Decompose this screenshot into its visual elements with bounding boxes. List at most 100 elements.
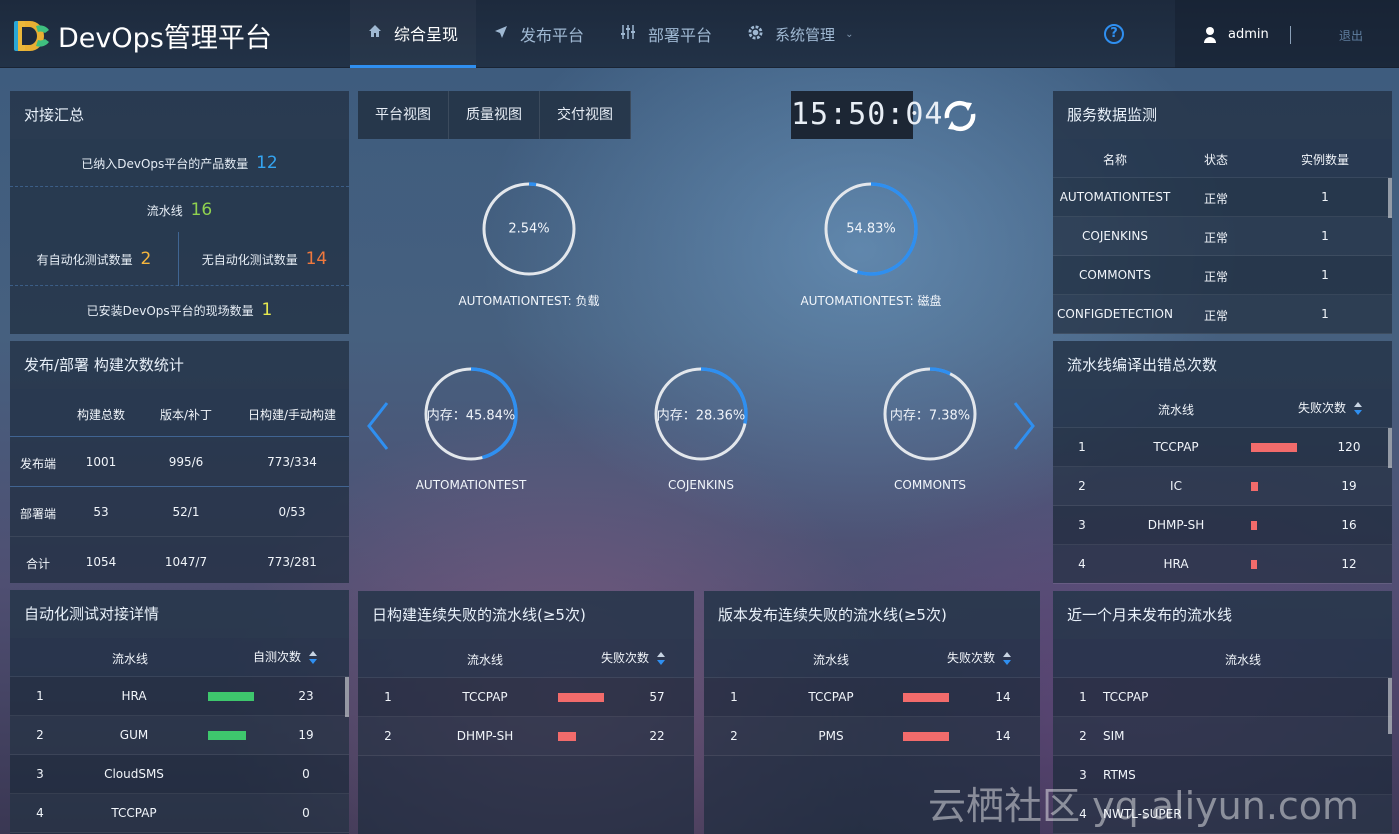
- prev-arrow-icon[interactable]: [365, 400, 391, 452]
- daily-manual: 773/334: [267, 455, 317, 469]
- tab-quality-view[interactable]: 质量视图: [449, 91, 540, 139]
- view-tabs: 平台视图 质量视图 交付视图: [358, 91, 631, 139]
- username[interactable]: admin: [1228, 27, 1269, 42]
- table-body: 1 HRA 23 2 GUM 19 3 CloudSMS 0 4 TCCPAP 0: [10, 677, 349, 834]
- count-value: 0: [302, 766, 310, 781]
- user-box: admin 退出: [1175, 0, 1399, 68]
- nav-item-release[interactable]: 发布平台: [476, 0, 602, 68]
- sort-icon[interactable]: [1354, 401, 1362, 416]
- gauge-value: 2.54%: [508, 221, 550, 237]
- instance-count: 1: [1321, 268, 1329, 282]
- table-header: 流水线 失败次数: [358, 639, 694, 678]
- col-header-pipeline: 流水线: [812, 653, 849, 667]
- pipeline-count-row: 流水线 16: [10, 188, 349, 232]
- help-icon[interactable]: ?: [1104, 24, 1124, 44]
- brand[interactable]: DevOps管理平台: [14, 16, 272, 55]
- scrollbar[interactable]: [345, 677, 349, 717]
- nav-item-system[interactable]: 系统管理 ⌄: [730, 0, 871, 68]
- table-row: 发布端 1001 995/6 773/334: [10, 437, 349, 487]
- autotest-panel: 自动化测试对接详情 流水线 自测次数 1 HRA 23 2 GUM 19 3 CloudSMS…: [10, 590, 349, 834]
- product-count-row: 已纳入DevOps平台的产品数量 12: [10, 139, 349, 187]
- instance-count: 1: [1321, 229, 1329, 243]
- sort-icon[interactable]: [309, 650, 317, 665]
- table-row[interactable]: COJENKINS 正常 1: [1053, 217, 1392, 256]
- tab-delivery-view[interactable]: 交付视图: [540, 91, 631, 139]
- pipeline-name: GUM: [119, 727, 149, 742]
- sliders-icon: [620, 24, 636, 44]
- clock-display: 15:50:04: [791, 91, 943, 139]
- table-row[interactable]: 1 TCCPAP: [1053, 678, 1392, 717]
- scrollbar[interactable]: [1388, 678, 1392, 734]
- table-row[interactable]: 2 GUM 19: [10, 716, 349, 755]
- gauge-value: 内存：28.36%: [656, 408, 746, 424]
- table-row[interactable]: 4 TCCPAP 0: [10, 794, 349, 833]
- row-index: 1: [730, 689, 738, 704]
- col-header-count[interactable]: 失败次数: [924, 649, 1034, 666]
- col-header-pipeline: 流水线: [111, 652, 148, 666]
- table-row[interactable]: 1 TCCPAP 57: [358, 678, 694, 717]
- table-row[interactable]: 1 TCCPAP 120: [1053, 428, 1392, 467]
- count-value: 120: [1337, 439, 1361, 454]
- gauge-label: COJENKINS: [668, 478, 734, 492]
- col-header-status: 状态: [1203, 153, 1228, 167]
- sort-icon[interactable]: [657, 651, 665, 666]
- pipeline-name: DHMP-SH: [1147, 517, 1205, 532]
- instance-count: 1: [1321, 307, 1329, 321]
- tab-platform-view[interactable]: 平台视图: [358, 91, 449, 139]
- table-row: 部署端 53 52/1 0/53: [10, 487, 349, 537]
- total-builds: 1054: [85, 555, 117, 569]
- row-index: 1: [1079, 690, 1087, 704]
- table-row[interactable]: 3 DHMP-SH 16: [1053, 506, 1392, 545]
- scrollbar[interactable]: [1388, 178, 1392, 218]
- count-value: 12: [1341, 556, 1357, 571]
- col-header-count[interactable]: 自测次数: [230, 648, 340, 665]
- table-header: 名称 状态 实例数量: [1053, 139, 1392, 178]
- table-row[interactable]: AUTOMATIONTEST 正常 1: [1053, 178, 1392, 217]
- col-header-pipeline: 流水线: [466, 653, 503, 667]
- table-row[interactable]: 2 IC 19: [1053, 467, 1392, 506]
- table-row[interactable]: 1 HRA 23: [10, 677, 349, 716]
- count-value: 14: [995, 689, 1011, 704]
- count-value: 23: [298, 688, 314, 703]
- pipeline-name: PMS: [818, 728, 844, 743]
- chevron-down-icon: ⌄: [845, 28, 854, 40]
- table-row[interactable]: 1 TCCPAP 14: [704, 678, 1040, 717]
- col-header-count-label: 自测次数: [252, 650, 301, 664]
- compile-errors-panel: 流水线编译出错总次数 流水线 失败次数 1 TCCPAP 120 2 IC 19 3 DHMP…: [1053, 341, 1392, 584]
- table-row[interactable]: 2 PMS 14: [704, 717, 1040, 756]
- count-bar: [1251, 520, 1257, 530]
- nav-label: 发布平台: [520, 26, 585, 45]
- count-bar: [903, 731, 949, 741]
- gauge-label: AUTOMATIONTEST: [415, 478, 527, 492]
- table-row[interactable]: 2 DHMP-SH 22: [358, 717, 694, 756]
- table-row[interactable]: 3 CloudSMS 0: [10, 755, 349, 794]
- next-arrow-icon[interactable]: [1011, 400, 1037, 452]
- table-row[interactable]: 4 HRA 12: [1053, 545, 1392, 584]
- site-count-label: 已安装DevOps平台的现场数量: [86, 304, 254, 318]
- nav-item-deploy[interactable]: 部署平台: [602, 0, 730, 68]
- col-header: 构建总数: [76, 408, 125, 422]
- service-name: AUTOMATIONTEST: [1059, 190, 1171, 204]
- panel-title: 近一个月未发布的流水线: [1053, 591, 1392, 639]
- table-row[interactable]: CONFIGDETECTION 正常 1: [1053, 295, 1392, 334]
- col-header-count[interactable]: 失败次数: [1275, 399, 1385, 416]
- table-row[interactable]: 2 SIM: [1053, 717, 1392, 756]
- daily-manual: 0/53: [278, 505, 306, 519]
- count-bar: [208, 730, 246, 740]
- sort-icon[interactable]: [1003, 651, 1011, 666]
- table-header: 流水线: [1053, 639, 1392, 678]
- site-count-value: 1: [261, 300, 273, 320]
- scrollbar[interactable]: [1388, 428, 1392, 468]
- refresh-icon[interactable]: [941, 98, 979, 134]
- count-bar: [208, 691, 254, 701]
- table-row: 合计 1054 1047/7 773/281: [10, 537, 349, 583]
- nav-item-overview[interactable]: 综合呈现: [350, 0, 477, 68]
- gauge-label: COMMONTS: [894, 478, 966, 492]
- logout-link[interactable]: 退出: [1339, 27, 1363, 44]
- col-header-count[interactable]: 失败次数: [578, 649, 688, 666]
- pipeline-count-label: 流水线: [146, 204, 183, 218]
- pipeline-name: TCCPAP: [808, 689, 854, 704]
- service-status: 正常: [1203, 192, 1228, 206]
- product-count-label: 已纳入DevOps平台的产品数量: [81, 157, 249, 171]
- table-row[interactable]: COMMONTS 正常 1: [1053, 256, 1392, 295]
